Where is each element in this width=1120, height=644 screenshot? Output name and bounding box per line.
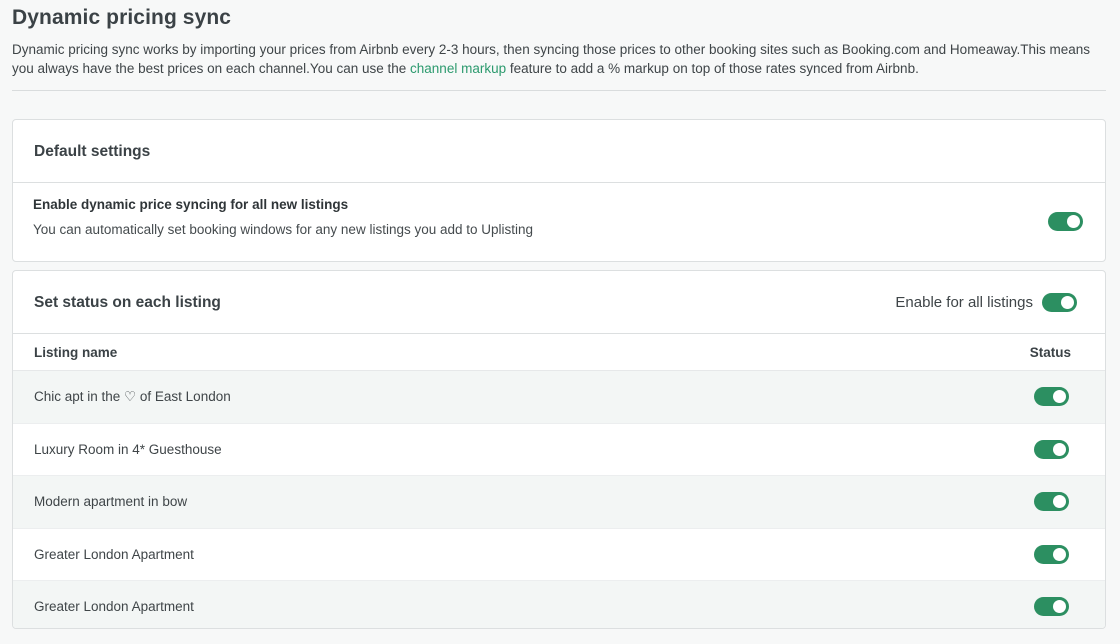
- page-title: Dynamic pricing sync: [12, 6, 232, 29]
- table-row: Modern apartment in bow: [13, 476, 1105, 529]
- toggle-knob: [1053, 600, 1066, 613]
- toggle-knob: [1053, 390, 1066, 403]
- listing-name: Greater London Apartment: [34, 599, 194, 614]
- dynamic-pricing-page: Dynamic pricing sync Dynamic pricing syn…: [0, 0, 1120, 644]
- listings-table-header: Listing name Status: [13, 334, 1105, 371]
- enable-all-toggle[interactable]: [1042, 293, 1077, 312]
- table-row: Chic apt in the ♡ of East London: [13, 371, 1105, 424]
- description-text-2: feature to add a % markup on top of thos…: [506, 60, 919, 76]
- header-divider: [12, 90, 1106, 91]
- setting-title: Enable dynamic price syncing for all new…: [33, 197, 349, 212]
- table-row: Greater London Apartment: [13, 529, 1105, 581]
- listing-status-toggle[interactable]: [1034, 387, 1069, 406]
- default-settings-header: Default settings: [13, 120, 1105, 183]
- enable-all-label: Enable for all listings: [895, 294, 1033, 311]
- listings-table-body: Chic apt in the ♡ of East London Luxury …: [13, 371, 1105, 628]
- listing-status-toggle[interactable]: [1034, 439, 1069, 459]
- listing-name: Chic apt in the ♡ of East London: [34, 389, 231, 404]
- default-settings-heading: Default settings: [34, 143, 151, 160]
- listing-name: Greater London Apartment: [34, 546, 194, 562]
- new-listings-sync-toggle[interactable]: [1048, 212, 1083, 231]
- listing-name: Modern apartment in bow: [34, 494, 188, 509]
- column-listing-name: Listing name: [34, 345, 118, 360]
- toggle-knob: [1061, 296, 1074, 309]
- table-row: Greater London Apartment: [13, 581, 1105, 628]
- listing-status-header: Set status on each listing Enable for al…: [13, 271, 1105, 334]
- setting-subtitle: You can automatically set booking window…: [33, 222, 534, 237]
- listing-status-heading: Set status on each listing: [34, 294, 221, 311]
- toggle-knob: [1067, 215, 1080, 228]
- listing-status-toggle[interactable]: [1034, 492, 1069, 511]
- default-settings-card: Default settings: [12, 119, 1106, 262]
- toggle-knob: [1053, 547, 1066, 561]
- toggle-knob: [1053, 495, 1066, 508]
- listing-status-card: Set status on each listing Enable for al…: [12, 270, 1106, 629]
- column-status: Status: [1029, 345, 1071, 360]
- table-row: Luxury Room in 4* Guesthouse: [13, 424, 1105, 476]
- page-description: Dynamic pricing sync works by importing …: [12, 41, 1102, 78]
- channel-markup-link[interactable]: channel markup: [410, 61, 506, 76]
- listing-status-toggle[interactable]: [1034, 597, 1069, 616]
- listing-name: Luxury Room in 4* Guesthouse: [34, 441, 222, 457]
- toggle-knob: [1053, 442, 1066, 456]
- listing-status-toggle[interactable]: [1034, 544, 1069, 564]
